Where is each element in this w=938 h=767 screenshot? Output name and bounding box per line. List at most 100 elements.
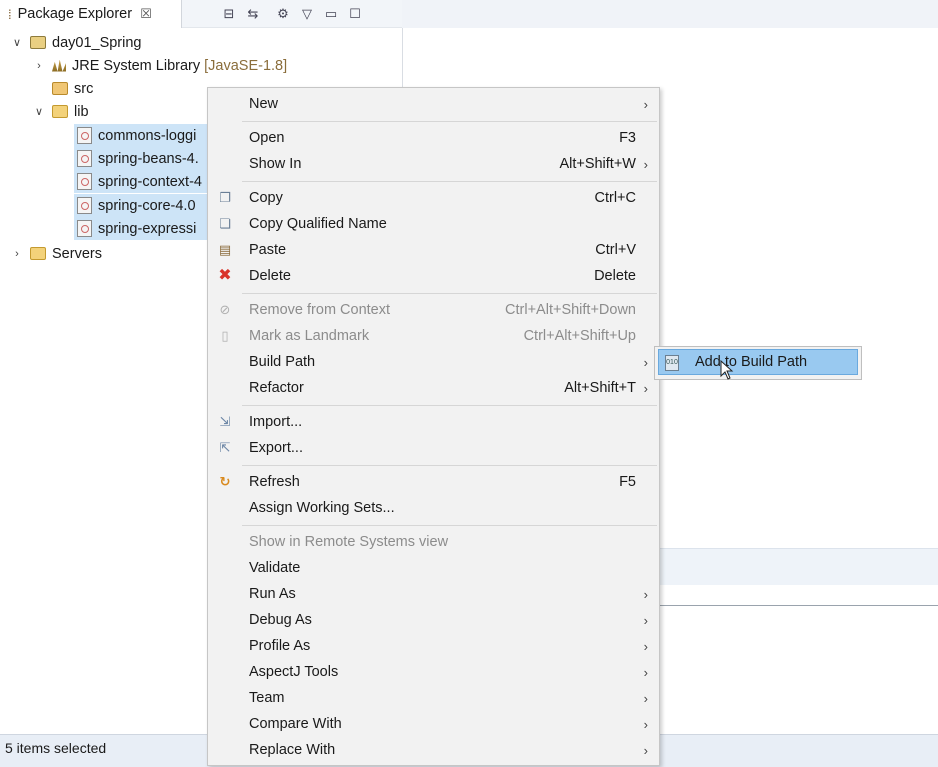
menu-item-show-in-remote-systems: Show in Remote Systems view [208,529,659,555]
menu-label: Validate [249,560,301,576]
menu-label: Replace With [249,742,336,758]
menu-item-assign-working-sets[interactable]: Assign Working Sets... [208,495,659,521]
tree-item-jre[interactable]: › JRE System Library [JavaSE-1.8] [32,54,287,77]
menu-item-delete[interactable]: ✖ Delete Delete [208,263,659,289]
menu-separator [242,121,657,122]
link-editor-icon[interactable]: ⇆ [244,6,262,22]
jar-label: spring-expressi [98,220,197,237]
close-tab-icon[interactable]: ☒ [140,6,152,22]
menu-label: Assign Working Sets... [249,500,395,516]
menu-item-aspectj-tools[interactable]: AspectJ Tools › [208,659,659,685]
tree-item-src[interactable]: src [52,77,93,100]
menu-item-new[interactable]: New › [208,91,659,117]
menu-item-validate[interactable]: Validate [208,555,659,581]
menu-item-refactor[interactable]: Refactor Alt+Shift+T › [208,375,659,401]
menu-label: Copy [249,190,283,206]
menu-separator [242,465,657,466]
minimize-icon[interactable]: ▭ [322,6,340,22]
menu-label: Show in Remote Systems view [249,534,449,550]
menu-item-build-path[interactable]: Build Path › [208,349,659,375]
menu-item-profile-as[interactable]: Profile As › [208,633,659,659]
chevron-right-icon[interactable]: › [32,60,46,72]
menu-accelerator: F3 [619,130,636,146]
package-explorer-icon: ⁞ [8,6,12,22]
menu-accelerator: Ctrl+Alt+Shift+Up [523,328,636,344]
menu-accelerator: Ctrl+C [594,190,637,206]
tree-item-jar[interactable]: commons-loggi [74,124,214,147]
jar-label: spring-context-4 [98,173,202,190]
jar-label: spring-beans-4. [98,150,199,167]
tree-item-project[interactable]: ∨ day01_Spring [10,31,142,54]
landmark-icon: ▯ [221,328,229,343]
chevron-right-icon: › [643,96,648,112]
menu-item-paste[interactable]: ▤ Paste Ctrl+V [208,237,659,263]
menu-item-copy[interactable]: ❐ Copy Ctrl+C [208,185,659,211]
src-label: src [74,80,94,97]
chevron-right-icon: › [643,638,648,654]
chevron-right-icon[interactable]: › [10,248,24,260]
import-icon: ⇲ [219,414,231,429]
tree-item-jar[interactable]: spring-context-4 [74,170,214,193]
menu-label: Show In [249,156,302,172]
menu-item-open[interactable]: Open F3 [208,125,659,151]
menu-item-refresh[interactable]: ↻ Refresh F5 [208,469,659,495]
menu-separator [242,525,657,526]
collapse-all-icon[interactable]: ⊟ [220,6,238,22]
tree-item-jar[interactable]: spring-core-4.0 [74,194,214,217]
tree-item-lib[interactable]: ∨ lib [32,100,89,123]
menu-item-show-in[interactable]: Show In Alt+Shift+W › [208,151,659,177]
jar-file-icon [77,197,92,214]
refresh-icon: ↻ [219,474,231,489]
menu-item-run-as[interactable]: Run As › [208,581,659,607]
menu-item-team[interactable]: Team › [208,685,659,711]
menu-label: Add to Build Path [695,354,808,370]
menu-accelerator: Alt+Shift+T [564,380,636,396]
folder-icon [30,247,46,260]
jar-label: spring-core-4.0 [98,197,196,214]
view-toolbar: ⊟ ⇆ ⚙ ▽ ▭ ☐ [182,0,402,28]
menu-accelerator: Ctrl+V [595,242,636,258]
menu-label: Copy Qualified Name [249,216,387,232]
menu-item-replace-with[interactable]: Replace With › [208,737,659,763]
chevron-right-icon: › [643,354,648,370]
menu-item-compare-with[interactable]: Compare With › [208,711,659,737]
menu-label: New [249,96,279,112]
mouse-pointer-icon [720,360,734,380]
chevron-down-icon[interactable]: ∨ [10,36,24,49]
jar-file-icon [77,127,92,144]
chevron-down-icon[interactable]: ∨ [32,105,46,118]
build-path-submenu: 010 Add to Build Path [654,346,862,380]
menu-label: Remove from Context [249,302,391,318]
tree-item-jar[interactable]: spring-expressi [74,217,214,240]
view-menu-icon[interactable]: ▽ [298,6,316,22]
menu-label: Refresh [249,474,300,490]
tree-item-jar[interactable]: spring-beans-4. [74,147,214,170]
jar-add-icon: 010 [665,355,679,371]
servers-label: Servers [52,245,102,262]
chevron-right-icon: › [643,586,648,602]
menu-accelerator: Delete [594,268,636,284]
menu-item-export[interactable]: ⇱ Export... [208,435,659,461]
menu-item-import[interactable]: ⇲ Import... [208,409,659,435]
menu-label: Export... [249,440,303,456]
maximize-icon[interactable]: ☐ [346,6,364,22]
menu-separator [242,181,657,182]
menu-label: Import... [249,414,303,430]
chevron-right-icon: › [643,156,648,172]
menu-label: Paste [249,242,287,258]
menu-label: Run As [249,586,296,602]
menu-item-mark-as-landmark: ▯ Mark as Landmark Ctrl+Alt+Shift+Up [208,323,659,349]
filter-icon[interactable]: ⚙ [274,6,292,22]
source-folder-icon [52,82,68,95]
jar-file-icon [77,220,92,237]
menu-item-copy-qualified-name[interactable]: ❏ Copy Qualified Name [208,211,659,237]
menu-label: Build Path [249,354,316,370]
menu-item-debug-as[interactable]: Debug As › [208,607,659,633]
jar-file-icon [77,173,92,190]
tab-title: Package Explorer [17,6,133,22]
tree-item-servers[interactable]: › Servers [10,242,102,265]
menu-item-add-to-build-path[interactable]: 010 Add to Build Path [658,349,858,375]
tab-package-explorer[interactable]: ⁞ Package Explorer ☒ [0,0,182,28]
chevron-right-icon: › [643,380,648,396]
menu-item-remove-from-context: ⊘ Remove from Context Ctrl+Alt+Shift+Dow… [208,297,659,323]
